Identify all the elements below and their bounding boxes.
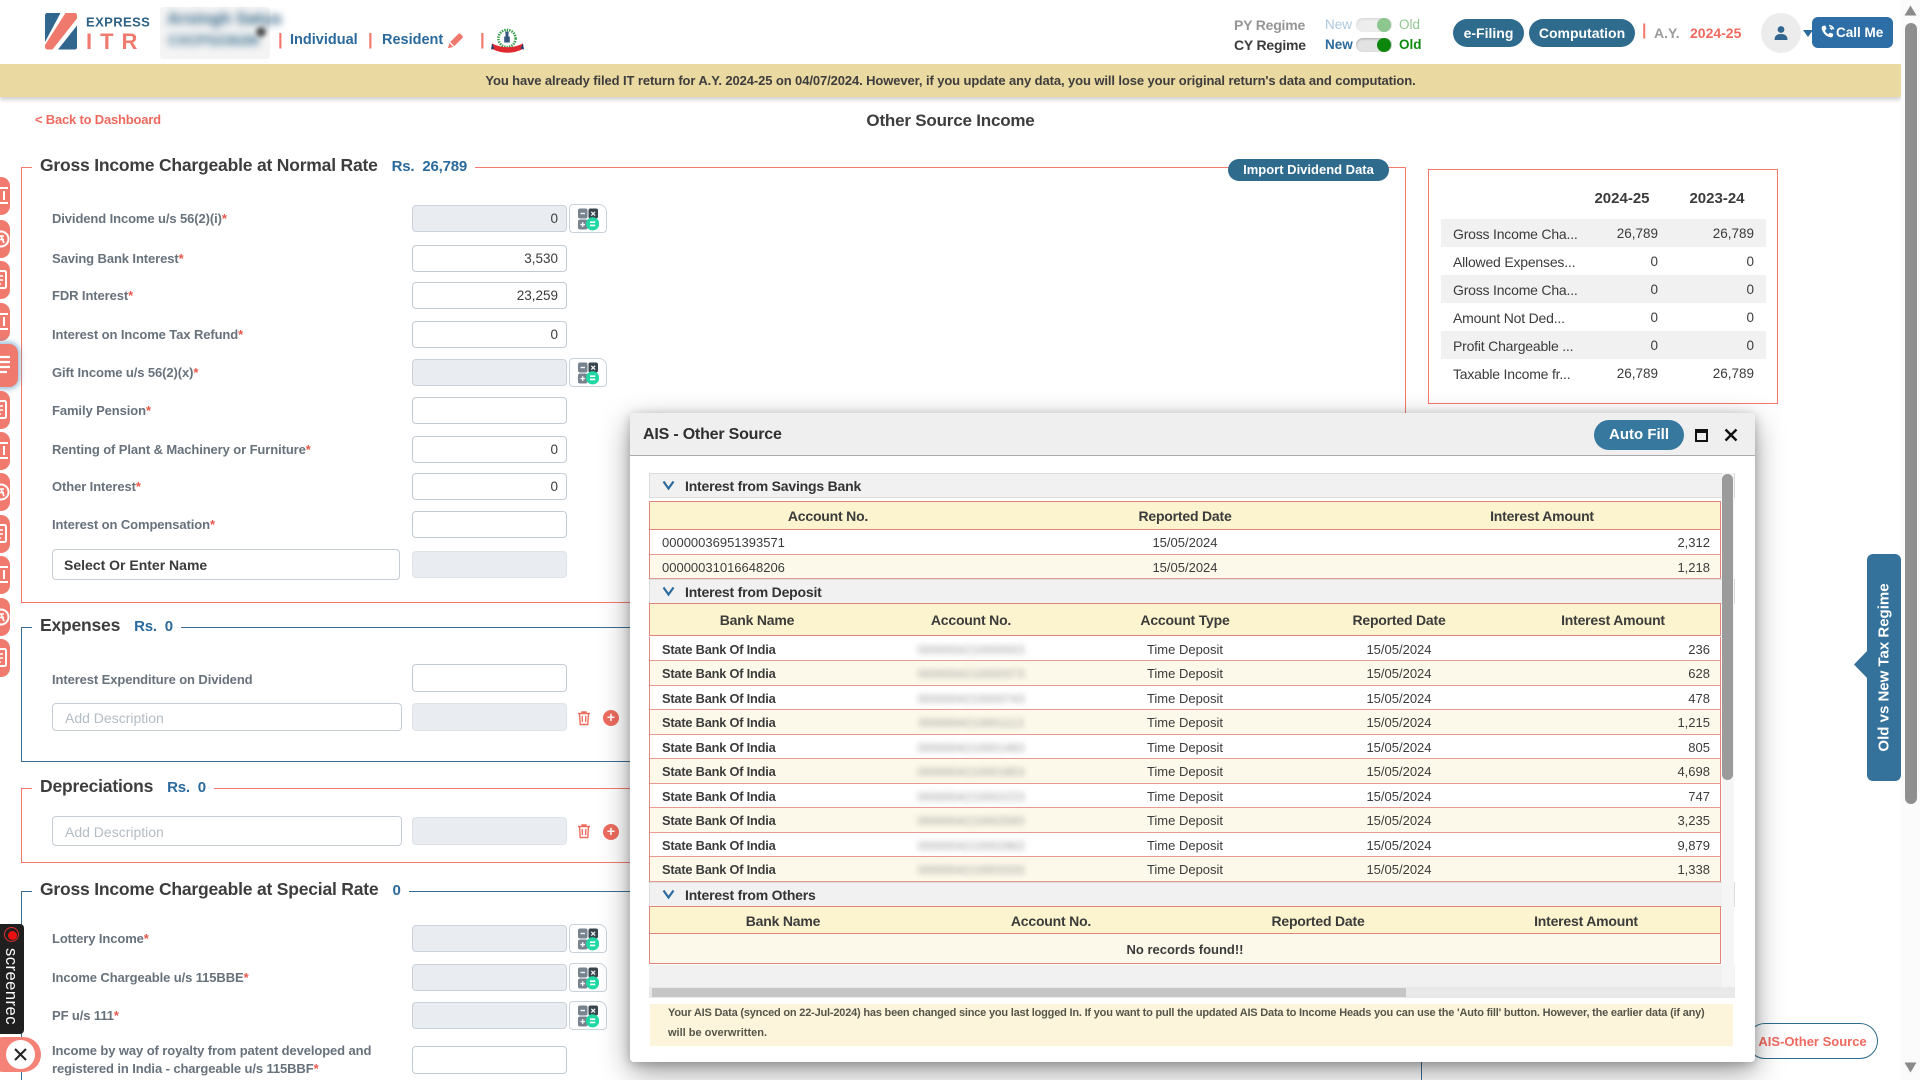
svg-text:ITR: ITR — [86, 29, 145, 54]
svg-text:EXPRESS: EXPRESS — [86, 15, 150, 30]
